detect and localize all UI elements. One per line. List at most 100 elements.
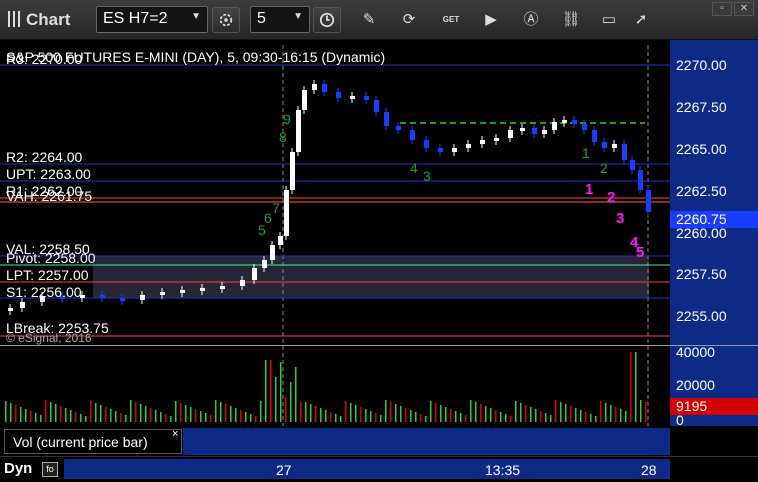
volume-bar — [170, 416, 172, 422]
volume-bar — [415, 412, 417, 422]
candle — [396, 126, 401, 130]
time-template-button[interactable] — [313, 7, 341, 33]
candle — [494, 138, 499, 141]
volume-bar — [355, 405, 357, 422]
price-tick: 2265.00 — [676, 141, 727, 157]
volume-tick: 20000 — [676, 377, 715, 393]
volume-bar — [255, 416, 257, 422]
candle — [622, 144, 627, 160]
last-price-tag: 2260.75 — [670, 211, 758, 228]
last-volume-tag: 9195 — [670, 398, 758, 415]
volume-study-tab[interactable]: Vol (current price bar) — [4, 429, 182, 454]
volume-bar — [275, 377, 277, 422]
symbol-settings-button[interactable] — [212, 7, 240, 33]
symbol-dropdown-icon[interactable]: ▼ — [191, 11, 201, 22]
interval-input[interactable]: 5 ▼ — [250, 6, 310, 33]
time-axis-fill — [64, 459, 670, 479]
candle — [424, 140, 429, 148]
study-bar: Vol (current price bar) × — [0, 426, 758, 456]
volume-bar — [465, 415, 467, 422]
r2-label: R2: 2264.00 — [6, 149, 83, 165]
volume-bar — [320, 408, 322, 422]
volume-bar — [10, 403, 12, 422]
watermark: © eSignal, 2016 — [6, 331, 92, 345]
volume-bar — [300, 402, 302, 422]
candle — [290, 152, 295, 190]
volume-bar — [180, 403, 182, 422]
volume-bar — [80, 414, 82, 422]
upt-label: UPT: 2263.00 — [6, 166, 91, 182]
volume-bar — [150, 408, 152, 422]
candle — [452, 148, 457, 152]
s1-label: S1: 2256.00 — [6, 284, 82, 300]
candle — [532, 128, 537, 134]
close-icon: ✕ — [739, 3, 749, 14]
marker-3: 3 — [616, 210, 625, 227]
candle — [592, 130, 597, 142]
candle — [336, 92, 341, 98]
price-chart[interactable] — [0, 40, 758, 426]
volume-bar — [635, 352, 637, 422]
candle — [252, 268, 257, 280]
alert-icon[interactable]: Ⓐ — [520, 9, 542, 31]
link-icon[interactable]: ⛓ — [560, 9, 582, 31]
volume-bar — [190, 407, 192, 422]
candle — [220, 286, 225, 289]
volume-bar — [270, 360, 272, 422]
restore-icon: ▫ — [720, 3, 724, 14]
volume-bar — [485, 406, 487, 422]
td-count-4: 4 — [410, 160, 418, 176]
volume-bar — [590, 414, 592, 422]
volume-bar — [450, 409, 452, 422]
volume-bar — [160, 412, 162, 422]
volume-bar — [400, 406, 402, 422]
volume-bar — [310, 404, 312, 422]
study-close-button[interactable]: × — [172, 428, 178, 440]
volume-bar — [545, 413, 547, 422]
volume-bar — [495, 410, 497, 422]
comment-icon[interactable]: ▭ — [598, 9, 620, 31]
close-window-button[interactable]: ✕ — [734, 2, 754, 16]
volume-bar — [60, 406, 62, 422]
volume-bar — [165, 414, 167, 422]
volume-bar — [100, 405, 102, 422]
interval-dropdown-icon[interactable]: ▼ — [293, 11, 303, 22]
replay-icon[interactable]: ▶ — [480, 9, 502, 31]
candle — [20, 302, 25, 308]
volume-bar — [560, 402, 562, 422]
refresh-icon[interactable]: ⟳ — [398, 9, 420, 31]
volume-bar — [195, 409, 197, 422]
get-data-icon[interactable]: GET — [440, 9, 462, 31]
candle — [384, 112, 389, 126]
volume-bar — [330, 412, 332, 422]
dynamic-label[interactable]: Dyn — [4, 460, 32, 477]
volume-bar — [90, 401, 92, 422]
chart-title-label: Chart — [26, 10, 71, 29]
price-tick: 2257.50 — [676, 266, 727, 282]
candle — [322, 84, 327, 92]
dynamic-mode-icon[interactable]: fo — [42, 462, 58, 477]
volume-bar — [265, 360, 267, 422]
candle — [410, 130, 415, 140]
volume-bar — [375, 413, 377, 422]
candle — [240, 280, 245, 286]
restore-window-button[interactable]: ▫ — [712, 2, 732, 16]
candle — [646, 190, 651, 212]
arrow-icon[interactable]: ➚ — [630, 9, 652, 31]
symbol-input[interactable]: ES H7=2 ▼ — [96, 6, 208, 33]
volume-bar — [505, 414, 507, 422]
volume-bar — [130, 400, 132, 422]
candle — [350, 96, 355, 99]
interval-value: 5 — [257, 10, 266, 27]
volume-bar — [350, 403, 352, 422]
volume-bar — [515, 401, 517, 422]
candle — [508, 130, 513, 138]
candle — [480, 140, 485, 144]
candle — [200, 288, 205, 291]
pencil-draw-icon[interactable]: ✎ — [358, 9, 380, 31]
time-axis[interactable]: Dyn fo 27 13:35 28 — [0, 456, 758, 482]
volume-bar — [365, 409, 367, 422]
volume-bar — [145, 406, 147, 422]
marker-5: 5 — [636, 244, 645, 261]
volume-bars — [5, 352, 647, 422]
